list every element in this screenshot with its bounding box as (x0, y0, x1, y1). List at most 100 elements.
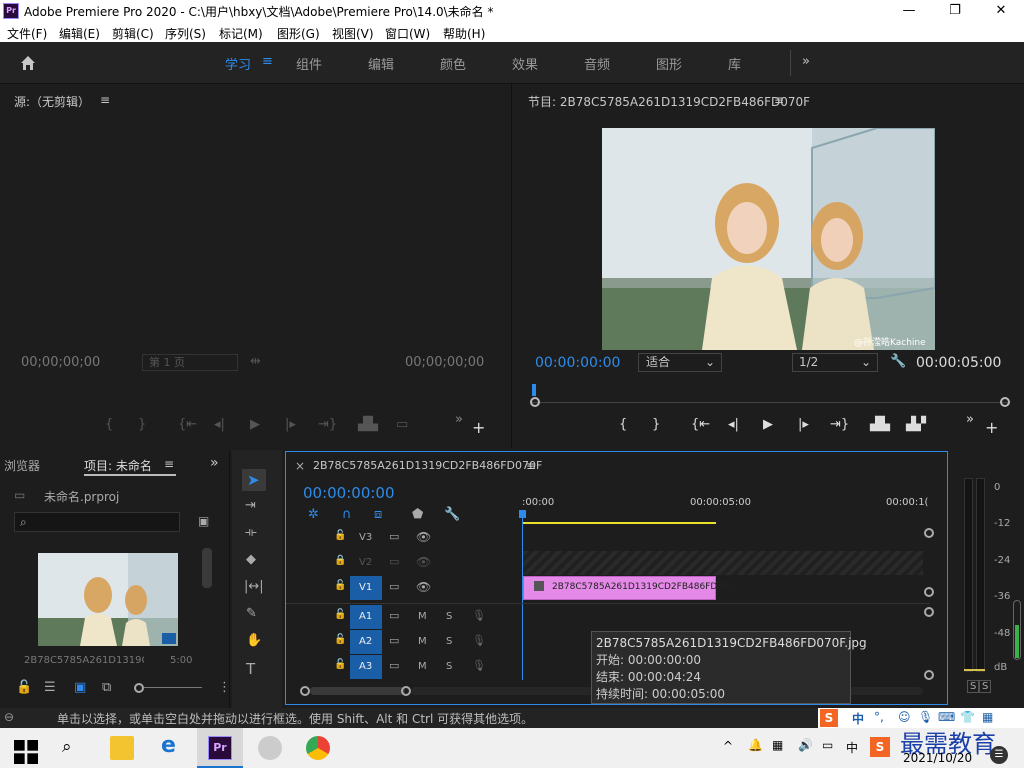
h-scroll-end-handle[interactable] (401, 686, 411, 696)
program-scrub-bar[interactable] (532, 402, 1008, 403)
workspace-tab-audio[interactable]: 音频 (584, 54, 610, 73)
video-scroll-handle-top[interactable] (924, 528, 934, 538)
chrome-browser-icon[interactable] (306, 736, 330, 760)
panel-more-button[interactable]: » (210, 455, 219, 471)
step-forward-icon[interactable]: |▸ (798, 417, 809, 432)
emoji-icon[interactable]: ☺ (898, 710, 911, 724)
scrub-start-handle[interactable] (530, 397, 540, 407)
video-clip[interactable]: 2B78C5785A261D1319CD2FB486FD070 (523, 576, 734, 600)
menu-clip[interactable]: 剪辑(C) (112, 25, 154, 42)
notification-icon[interactable]: 🔔 (748, 738, 763, 752)
track-select-tool-icon[interactable]: ⇥ (245, 498, 256, 513)
panel-menu-icon[interactable]: ≡ (774, 93, 784, 107)
snap-magnet-icon[interactable]: ∩ (342, 507, 352, 522)
slip-tool-icon[interactable]: |↔| (244, 579, 264, 594)
ripple-edit-tool-icon[interactable]: ⟛ (245, 525, 257, 540)
horizontal-scrollbar[interactable] (310, 687, 405, 695)
panel-menu-icon[interactable]: ≡ (100, 93, 110, 107)
menu-edit[interactable]: 编辑(E) (59, 25, 100, 42)
add-button-icon[interactable]: + (985, 418, 998, 437)
menu-sequence[interactable]: 序列(S) (165, 25, 206, 42)
mute-button[interactable]: M (418, 636, 427, 647)
scrub-end-handle[interactable] (1000, 397, 1010, 407)
sync-lock-icon[interactable]: ▭ (389, 634, 399, 647)
playhead-marker[interactable] (532, 384, 536, 396)
zoom-slider-track[interactable] (144, 687, 202, 688)
audio-scroll-handle-top[interactable] (924, 607, 934, 617)
go-to-out-icon[interactable]: ⇥} (830, 417, 849, 432)
resolution-dropdown[interactable]: 1/2 ⌄ (792, 353, 878, 372)
fit-dropdown[interactable]: 适合 ⌄ (638, 353, 722, 372)
close-button[interactable]: ✕ (978, 0, 1024, 22)
video-scroll-handle-bottom[interactable] (924, 587, 934, 597)
step-back-icon[interactable]: ◂| (728, 417, 739, 432)
ime-chinese-mode[interactable]: 中 (852, 710, 864, 727)
microphone-icon[interactable]: 🎙 (472, 609, 486, 622)
mark-out-icon[interactable]: } (652, 417, 660, 432)
mute-button[interactable]: M (418, 661, 427, 672)
microphone-icon[interactable]: 🎙 (472, 659, 486, 672)
panel-menu-icon[interactable]: ≡ (526, 459, 536, 473)
menu-help[interactable]: 帮助(H) (443, 25, 485, 42)
type-tool-icon[interactable]: T (246, 660, 255, 678)
sync-lock-icon[interactable]: ▭ (389, 580, 399, 593)
add-marker-icon[interactable]: ⬟ (412, 507, 423, 522)
audio-scroll-handle-bottom[interactable] (924, 670, 934, 680)
menu-view[interactable]: 视图(V) (332, 25, 374, 42)
project-search-input[interactable]: ⌕ (14, 512, 180, 532)
selection-tool-icon[interactable]: ➤ (247, 471, 260, 489)
panel-menu-icon[interactable]: ≡ (164, 457, 174, 471)
linked-selection-icon[interactable]: ⧈ (374, 507, 382, 522)
workspace-tab-effects[interactable]: 效果 (512, 54, 538, 73)
workspace-tab-learn[interactable]: 学习 (225, 54, 251, 73)
solo-left-button[interactable]: S (967, 680, 980, 693)
microphone-icon[interactable]: 🎙 (918, 710, 933, 724)
toolbox-icon[interactable]: ▦ (982, 710, 993, 724)
workspace-tab-assembly[interactable]: 组件 (296, 54, 322, 73)
mark-out-icon[interactable]: } (138, 417, 146, 432)
play-icon[interactable]: ▶ (763, 417, 773, 432)
network-icon[interactable]: ▦ (772, 738, 783, 752)
more-controls-icon[interactable]: » (966, 412, 974, 427)
eye-icon[interactable]: 👁 (416, 555, 431, 569)
step-forward-icon[interactable]: |▸ (285, 417, 296, 432)
ime-punctuation[interactable]: °, (874, 710, 884, 724)
chevron-up-icon[interactable]: ^ (723, 739, 733, 753)
menu-window[interactable]: 窗口(W) (385, 25, 430, 42)
sogou-ime-icon[interactable]: S (820, 709, 838, 727)
mark-in-icon[interactable]: { (105, 417, 113, 432)
track-lock-icon[interactable]: 🔓 (334, 659, 346, 670)
premiere-taskbar-icon[interactable]: Pr (208, 736, 232, 760)
menu-file[interactable]: 文件(F) (7, 25, 47, 42)
track-lock-icon[interactable]: 🔓 (334, 609, 346, 620)
list-view-icon[interactable]: ☰ (44, 680, 56, 695)
sync-lock-icon[interactable]: ▭ (389, 530, 399, 543)
tab-project[interactable]: 项目: 未命名 (84, 457, 152, 474)
step-back-icon[interactable]: ◂| (214, 417, 225, 432)
workspace-tab-graphics[interactable]: 图形 (656, 54, 682, 73)
battery-icon[interactable]: ▭ (822, 738, 833, 752)
add-button-icon[interactable]: + (472, 418, 485, 437)
minimize-button[interactable]: — (886, 0, 932, 22)
pen-tool-icon[interactable]: ✎ (246, 606, 257, 621)
hand-tool-icon[interactable]: ✋ (246, 633, 262, 648)
go-to-in-icon[interactable]: {⇤ (691, 417, 710, 432)
play-icon[interactable]: ▶ (250, 417, 260, 432)
solo-right-button[interactable]: S (979, 680, 992, 693)
insert-icon[interactable]: ▟▙ (358, 417, 378, 432)
wrench-icon[interactable]: 🔧 (890, 354, 906, 369)
new-bin-icon[interactable]: ▣ (198, 514, 209, 528)
mute-button[interactable]: M (418, 611, 427, 622)
sync-lock-icon[interactable]: ▭ (389, 555, 399, 568)
go-to-out-icon[interactable]: ⇥} (318, 417, 337, 432)
sync-lock-icon[interactable]: ▭ (389, 659, 399, 672)
file-explorer-icon[interactable] (110, 736, 134, 760)
workspace-tab-editing[interactable]: 编辑 (368, 54, 394, 73)
eye-icon[interactable]: 👁 (416, 580, 431, 594)
go-to-in-icon[interactable]: {⇤ (178, 417, 197, 432)
lift-icon[interactable]: ▟▙ (870, 417, 890, 432)
photo-app-icon[interactable] (258, 736, 282, 760)
timeline-settings-icon[interactable]: 🔧 (444, 507, 460, 522)
track-lock-icon[interactable]: 🔓 (334, 530, 346, 541)
freeform-view-icon[interactable]: ⧉ (102, 680, 111, 695)
